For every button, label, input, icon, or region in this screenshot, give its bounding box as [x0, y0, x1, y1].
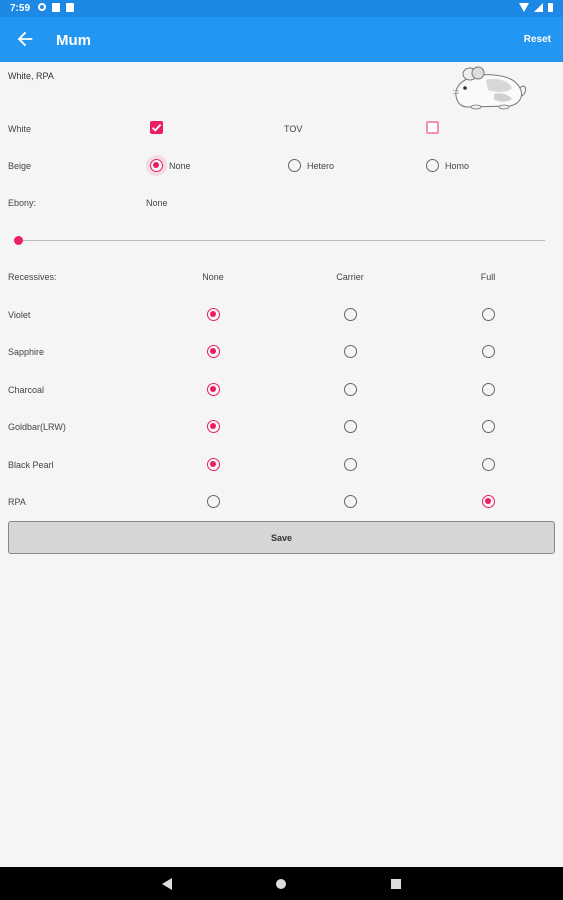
settings-notification-icon [38, 3, 46, 11]
white-label: White [8, 124, 32, 134]
recessive-carrier-radio[interactable] [344, 345, 357, 358]
recessive-row-label: Black Pearl [8, 460, 54, 470]
recessive-full-radio[interactable] [482, 345, 495, 358]
recessive-carrier-radio[interactable] [344, 308, 357, 321]
check-icon [151, 123, 162, 132]
status-bar: 7:59 [0, 0, 563, 17]
tov-checkbox[interactable] [426, 121, 439, 134]
app-notification-icon [52, 3, 60, 12]
beige-homo-radio[interactable] [426, 159, 439, 172]
recessive-none-radio[interactable] [207, 308, 220, 321]
column-header-full: Full [480, 272, 496, 282]
recessive-none-radio[interactable] [207, 383, 220, 396]
page-title: Mum [56, 32, 91, 49]
ebony-value: None [146, 198, 168, 208]
battery-icon [548, 3, 553, 12]
recessives-label: Recessives: [8, 272, 57, 282]
recessive-full-radio[interactable] [482, 495, 495, 508]
recessive-row-label: Charcoal [8, 385, 45, 395]
home-circle-icon[interactable] [276, 879, 286, 889]
genotype-summary: White, RPA [8, 71, 54, 81]
ebony-label: Ebony: [8, 198, 37, 208]
status-system-icons [519, 3, 553, 12]
recessive-carrier-radio[interactable] [344, 495, 357, 508]
ebony-slider-thumb[interactable] [14, 236, 23, 245]
recessive-none-radio[interactable] [207, 345, 220, 358]
back-triangle-icon[interactable] [162, 878, 172, 890]
recessive-none-radio[interactable] [207, 458, 220, 471]
recessive-full-radio[interactable] [482, 420, 495, 433]
recessive-row-label: RPA [8, 497, 26, 507]
recessive-full-radio[interactable] [482, 458, 495, 471]
beige-label: Beige [8, 161, 32, 171]
beige-hetero-label: Hetero [307, 161, 335, 171]
app-bar: Mum Reset [0, 17, 563, 62]
ebony-slider-track[interactable] [18, 240, 545, 241]
beige-none-label: None [169, 161, 191, 171]
status-notification-icons [38, 3, 74, 12]
recessive-full-radio[interactable] [482, 383, 495, 396]
recents-square-icon[interactable] [391, 879, 401, 889]
recessive-row-label: Goldbar(LRW) [8, 422, 66, 432]
recessive-carrier-radio[interactable] [344, 420, 357, 433]
save-button[interactable]: Save [8, 521, 555, 554]
beige-none-radio[interactable] [150, 159, 163, 172]
beige-homo-label: Homo [445, 161, 470, 171]
white-checkbox[interactable] [150, 121, 163, 134]
column-header-carrier: Carrier [336, 272, 364, 282]
tov-label: TOV [284, 124, 303, 134]
wifi-icon [519, 3, 529, 12]
recessive-carrier-radio[interactable] [344, 383, 357, 396]
column-header-none: None [202, 272, 224, 282]
recessive-full-radio[interactable] [482, 308, 495, 321]
sd-card-icon [66, 3, 74, 12]
reset-button[interactable]: Reset [524, 34, 551, 45]
recessive-none-radio[interactable] [207, 420, 220, 433]
chinchilla-illustration [452, 66, 527, 110]
recessive-row-label: Violet [8, 310, 31, 320]
navigation-bar [0, 867, 563, 900]
status-time: 7:59 [10, 3, 31, 14]
beige-hetero-radio[interactable] [288, 159, 301, 172]
recessive-none-radio[interactable] [207, 495, 220, 508]
arrow-back-icon[interactable] [14, 28, 36, 50]
signal-icon [534, 3, 543, 12]
recessive-carrier-radio[interactable] [344, 458, 357, 471]
recessive-row-label: Sapphire [8, 347, 45, 357]
